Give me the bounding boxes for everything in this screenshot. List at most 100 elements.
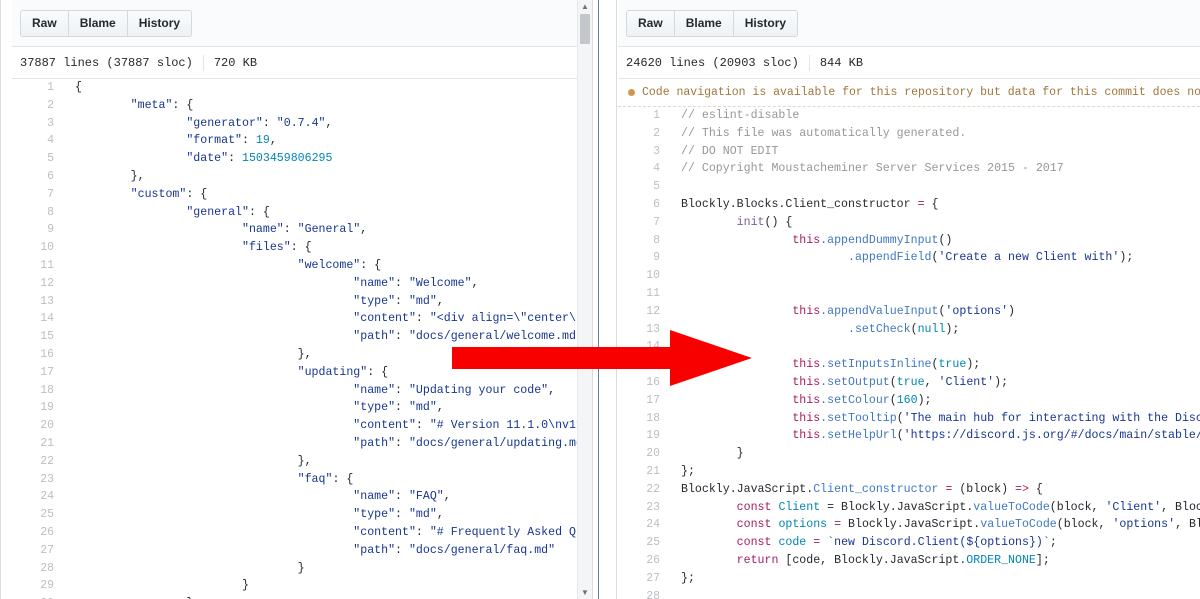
left-file-actions: Raw Blame History xyxy=(20,10,193,37)
line-number[interactable]: 16 xyxy=(618,373,671,392)
line-number[interactable]: 22 xyxy=(12,452,65,471)
line-number[interactable]: 17 xyxy=(12,363,65,382)
right-blame-button[interactable]: Blame xyxy=(673,10,733,37)
left-file-size: 720 KB xyxy=(213,55,258,70)
code-line-row: 4 // Copyright Moustacheminer Server Serv… xyxy=(618,160,1200,179)
code-token-kw: return xyxy=(736,553,779,567)
left-code-viewer[interactable]: 1{2 "meta": {3 "generator": "0.7.4", 4 "f… xyxy=(12,79,578,599)
left-history-button[interactable]: History xyxy=(126,10,193,37)
line-number[interactable]: 6 xyxy=(618,195,671,214)
line-number[interactable]: 4 xyxy=(618,160,671,179)
code-token-kw: this xyxy=(792,429,821,443)
line-number[interactable]: 10 xyxy=(618,267,671,285)
line-number[interactable]: 30 xyxy=(12,595,65,599)
line-number[interactable]: 9 xyxy=(12,221,65,240)
code-token-punct: : { xyxy=(332,472,354,486)
code-line-row: 16 this.setOutput(true, 'Client'); xyxy=(618,373,1200,392)
line-number[interactable]: 12 xyxy=(618,302,671,321)
line-number[interactable]: 24 xyxy=(618,516,671,535)
right-code-table: 1 // eslint-disable 2 // This file was auto… xyxy=(618,107,1200,599)
line-number[interactable]: 17 xyxy=(618,391,671,410)
line-number[interactable]: 19 xyxy=(12,399,65,418)
line-number[interactable]: 26 xyxy=(618,551,671,570)
line-number[interactable]: 4 xyxy=(12,132,65,151)
line-number[interactable]: 15 xyxy=(618,356,671,374)
code-token-plain: ); xyxy=(966,358,981,372)
left-scrollbar-thumb[interactable] xyxy=(580,14,590,44)
code-line-content xyxy=(671,285,1200,303)
line-number[interactable]: 23 xyxy=(618,498,671,517)
line-number[interactable]: 3 xyxy=(12,114,65,133)
line-number[interactable]: 16 xyxy=(12,345,65,364)
line-number[interactable]: 18 xyxy=(12,381,65,400)
line-number[interactable]: 8 xyxy=(618,231,671,250)
code-line-content: "path": "docs/general/updating.md" xyxy=(65,435,578,453)
line-number[interactable]: 7 xyxy=(618,213,671,232)
code-navigation-notice: Code navigation is available for this re… xyxy=(618,79,1200,107)
code-token-str: "docs/general/updating.md" xyxy=(408,436,578,450)
line-number[interactable]: 19 xyxy=(618,427,671,446)
line-number[interactable]: 14 xyxy=(12,310,65,329)
line-number[interactable]: 5 xyxy=(618,178,671,196)
code-token-var: Client xyxy=(778,500,821,514)
right-raw-button[interactable]: Raw xyxy=(626,10,674,37)
line-number[interactable]: 3 xyxy=(618,142,671,161)
line-number[interactable]: 5 xyxy=(12,150,65,168)
line-number[interactable]: 27 xyxy=(618,569,671,588)
left-raw-button[interactable]: Raw xyxy=(20,10,68,37)
code-token-plain: () xyxy=(938,233,953,247)
code-token-sq: 'The main hub for interacting with the D… xyxy=(903,411,1200,425)
code-line-content: }; xyxy=(671,463,1200,481)
left-file-panel: Raw Blame History 37887 lines (37887 slo… xyxy=(0,0,600,599)
code-token-sq: 'Client' xyxy=(1105,500,1162,514)
left-panel-scrollbar[interactable]: ▲ ▼ xyxy=(577,0,592,599)
line-number[interactable]: 1 xyxy=(12,79,65,97)
line-number[interactable]: 10 xyxy=(12,239,65,257)
line-number[interactable]: 12 xyxy=(12,274,65,293)
line-number[interactable]: 25 xyxy=(618,534,671,552)
line-number[interactable]: 8 xyxy=(12,203,65,222)
right-history-button[interactable]: History xyxy=(732,10,799,37)
code-token-str: "# Frequently Asked Questions\nThese are xyxy=(429,525,578,539)
line-number[interactable]: 25 xyxy=(12,506,65,524)
line-number[interactable]: 6 xyxy=(12,167,65,186)
line-number[interactable]: 23 xyxy=(12,470,65,489)
line-number[interactable]: 11 xyxy=(12,256,65,275)
scroll-down-arrow-icon[interactable]: ▼ xyxy=(578,586,592,599)
line-number[interactable]: 20 xyxy=(12,417,65,435)
line-number[interactable]: 9 xyxy=(618,249,671,268)
line-number[interactable]: 26 xyxy=(12,523,65,542)
scroll-up-arrow-icon[interactable]: ▲ xyxy=(578,0,592,13)
code-line-row: 11 xyxy=(618,284,1200,303)
code-token-sq: 'Create a new Client with' xyxy=(938,251,1120,265)
line-number[interactable]: 13 xyxy=(618,320,671,339)
code-token-prop: valueToCode xyxy=(973,500,1050,514)
line-number[interactable]: 2 xyxy=(12,96,65,115)
right-code-viewer[interactable]: 1 // eslint-disable 2 // This file was auto… xyxy=(618,107,1200,599)
line-number[interactable]: 18 xyxy=(618,409,671,428)
line-number[interactable]: 24 xyxy=(12,488,65,507)
line-number[interactable]: 22 xyxy=(618,480,671,499)
line-number[interactable]: 7 xyxy=(12,185,65,204)
line-number[interactable]: 29 xyxy=(12,577,65,596)
left-blame-button[interactable]: Blame xyxy=(67,10,127,37)
line-number[interactable]: 20 xyxy=(618,445,671,463)
line-number[interactable]: 28 xyxy=(12,559,65,578)
code-line-content: this.appendDummyInput() xyxy=(671,232,1200,250)
left-file-header: Raw Blame History xyxy=(12,0,578,47)
line-number[interactable]: 14 xyxy=(618,338,671,357)
code-line-content: "path": "docs/general/faq.md" xyxy=(65,542,579,560)
line-number[interactable]: 15 xyxy=(12,328,65,346)
line-number[interactable]: 13 xyxy=(12,292,65,311)
code-token-str: "Updating your code" xyxy=(408,383,549,397)
line-number[interactable]: 1 xyxy=(618,107,671,125)
line-number[interactable]: 27 xyxy=(12,541,65,560)
line-number[interactable]: 21 xyxy=(12,434,65,453)
line-number[interactable]: 11 xyxy=(618,284,671,303)
line-number[interactable]: 28 xyxy=(618,587,671,599)
line-number[interactable]: 2 xyxy=(618,124,671,143)
line-number[interactable]: 21 xyxy=(618,462,671,481)
